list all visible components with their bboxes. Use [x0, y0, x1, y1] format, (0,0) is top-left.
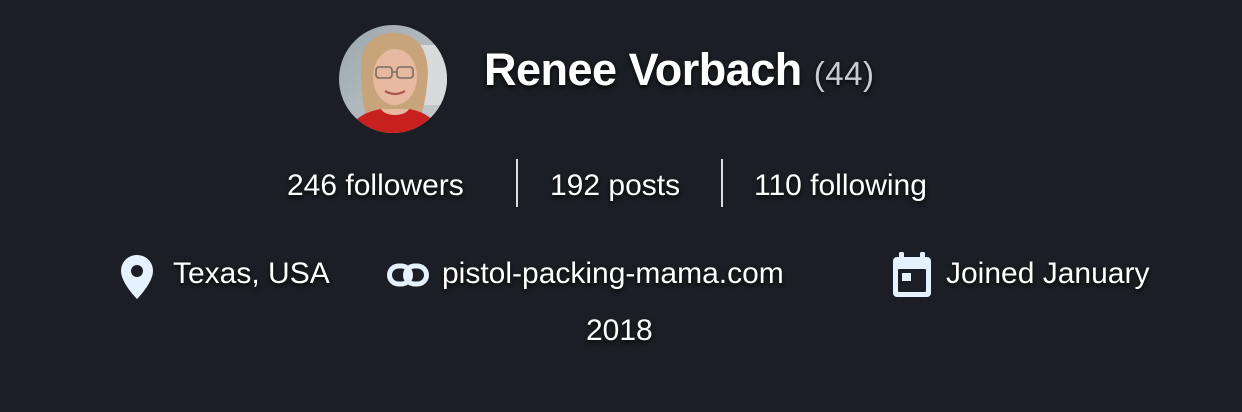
profile-name: Renee Vorbach — [484, 44, 802, 95]
profile-header: Renee Vorbach (44) — [484, 44, 874, 104]
calendar-icon — [891, 251, 933, 304]
map-pin-icon — [120, 254, 154, 305]
website-link[interactable]: pistol-packing-mama.com — [442, 254, 784, 294]
avatar-photo — [339, 25, 447, 133]
stats-divider — [721, 159, 723, 207]
followers-count[interactable]: 246 followers — [287, 166, 464, 206]
stats-divider — [516, 159, 518, 207]
link-icon — [387, 263, 429, 292]
location-text: Texas, USA — [173, 257, 330, 290]
posts-count[interactable]: 192 posts — [550, 166, 680, 206]
following-count[interactable]: 110 following — [754, 166, 927, 206]
joined-date: Joined January — [946, 257, 1150, 290]
joined-date-year: 2018 — [586, 314, 653, 347]
profile-age: (44) — [813, 55, 875, 92]
avatar[interactable] — [339, 25, 447, 133]
